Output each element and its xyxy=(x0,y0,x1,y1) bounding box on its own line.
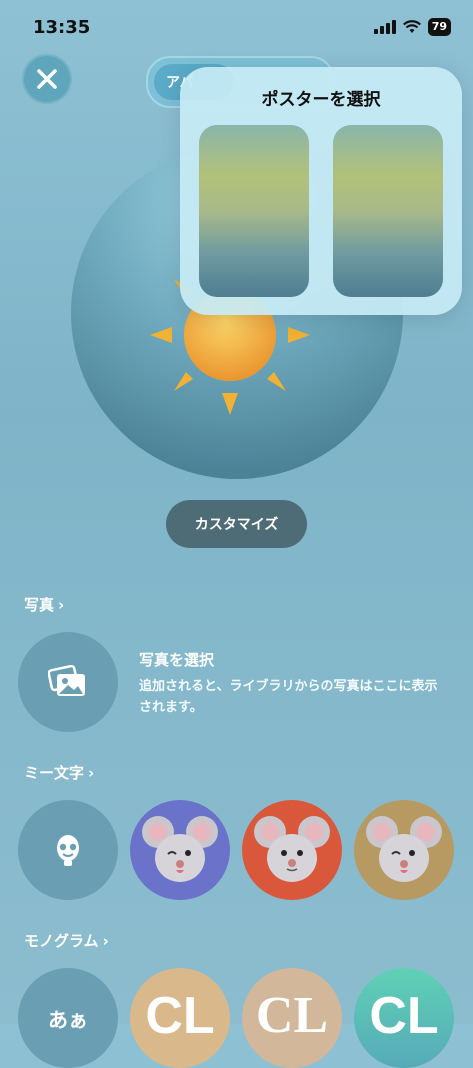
signal-icon xyxy=(373,20,396,34)
close-button[interactable] xyxy=(22,54,72,104)
section-title-memoji: ミー文字 xyxy=(24,764,85,782)
memoji-mouse-2[interactable] xyxy=(242,800,342,900)
monogram-initials: CL xyxy=(369,987,439,1045)
section-header-photos[interactable]: 写真 › xyxy=(24,594,64,615)
chevron-right-icon: › xyxy=(102,931,109,950)
mouse-memoji-icon xyxy=(142,816,218,882)
monogram-initials: CL xyxy=(145,987,215,1045)
select-photo-description: 追加されると、ライブラリからの写真はここに表示されます。 xyxy=(139,679,438,715)
select-photo-button[interactable] xyxy=(18,632,118,732)
mouse-memoji-icon xyxy=(254,816,330,882)
monogram-option-1[interactable]: CL xyxy=(130,968,230,1068)
poster-option-2[interactable] xyxy=(333,125,443,297)
monogram-option-3[interactable]: CL xyxy=(354,968,454,1068)
memoji-mouse-1[interactable] xyxy=(130,800,230,900)
section-title-monogram: モノグラム xyxy=(24,932,99,950)
memoji-create-button[interactable] xyxy=(18,800,118,900)
select-photo-title: 写真を選択 xyxy=(139,651,215,669)
monogram-option-2[interactable]: CL xyxy=(242,968,342,1068)
status-bar: 13:35 79 xyxy=(0,0,473,54)
battery-icon: 79 xyxy=(427,18,451,36)
monogram-text-option[interactable]: あぁ xyxy=(18,968,118,1068)
monogram-initials: CL xyxy=(255,987,329,1044)
memoji-face-icon xyxy=(57,835,79,866)
poster-option-1[interactable] xyxy=(199,125,309,297)
chevron-right-icon: › xyxy=(58,595,65,614)
chevron-right-icon: › xyxy=(88,763,95,782)
section-title-photos: 写真 xyxy=(24,596,55,614)
section-header-monogram[interactable]: モノグラム › xyxy=(24,930,109,951)
poster-select-popover: ポスターを選択 xyxy=(180,67,462,315)
popover-title: ポスターを選択 xyxy=(261,90,381,110)
status-time: 13:35 xyxy=(33,17,91,38)
photo-stack-icon xyxy=(48,665,85,696)
monogram-text-label: あぁ xyxy=(48,1010,88,1032)
close-icon xyxy=(37,69,57,89)
wifi-icon xyxy=(402,20,421,33)
customize-button[interactable]: カスタマイズ xyxy=(166,500,307,548)
memoji-mouse-3[interactable] xyxy=(354,800,454,900)
section-header-memoji[interactable]: ミー文字 › xyxy=(24,762,94,783)
mouse-memoji-icon xyxy=(366,816,442,882)
status-icons: 79 xyxy=(373,18,451,36)
